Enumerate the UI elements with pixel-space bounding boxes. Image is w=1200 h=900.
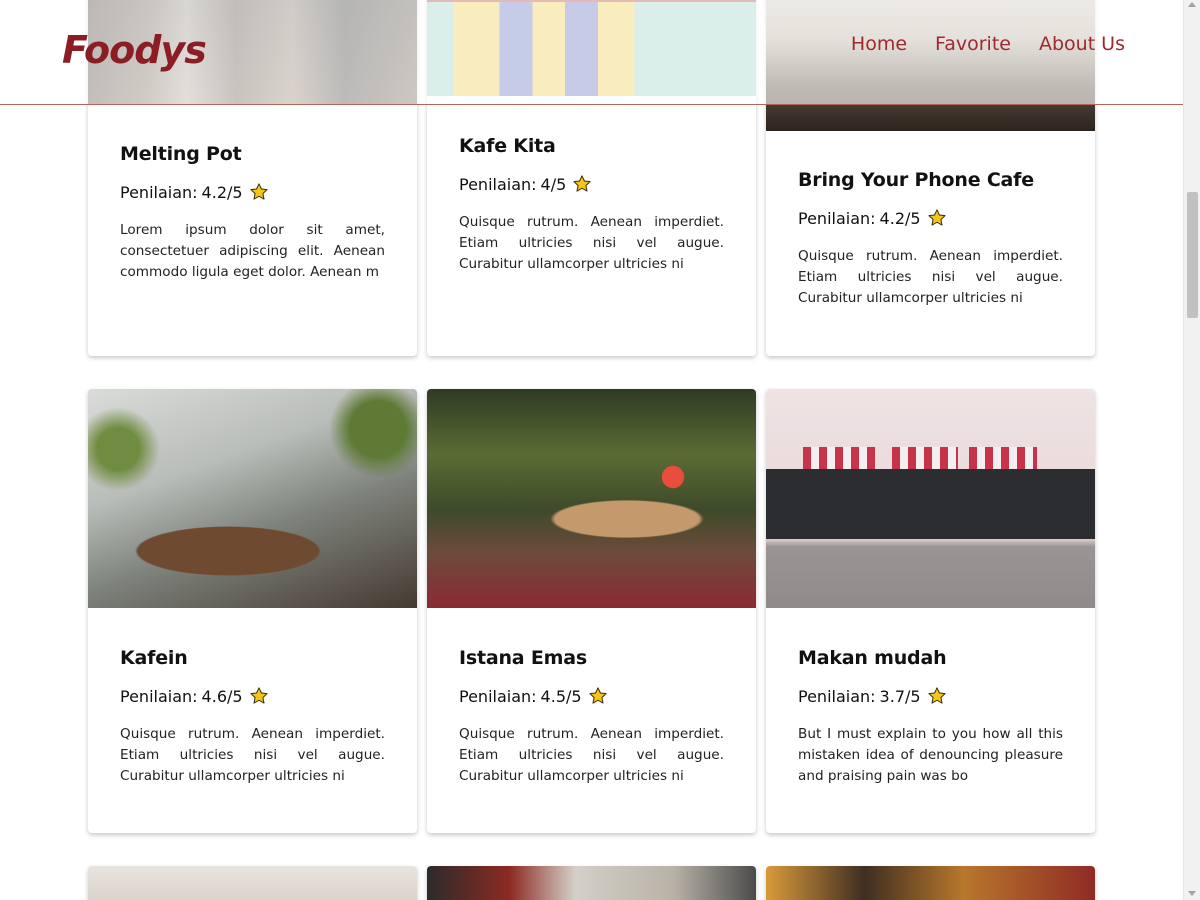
restaurant-rating: Penilaian: 4.6/5 [120, 686, 385, 706]
star-icon [249, 183, 268, 200]
restaurant-rating: Penilaian: 4/5 [459, 174, 724, 194]
scroll-down-arrow-icon[interactable] [1188, 891, 1196, 896]
page-scrollbar[interactable] [1183, 0, 1200, 900]
star-icon [573, 175, 591, 192]
rating-label: Penilaian: [459, 686, 537, 706]
rating-value: 4.6/5 [201, 686, 243, 706]
restaurant-name: Kafe Kita [459, 135, 556, 157]
star-icon [588, 687, 607, 704]
rating-value: 3.7/5 [879, 686, 921, 706]
restaurant-description: Quisque rutrum. Aenean imperdiet. Etiam … [798, 248, 1063, 306]
restaurant-rating: Penilaian: 4.2/5 [798, 208, 1063, 228]
restaurant-name: Melting Pot [120, 143, 242, 165]
page: Melting Pot Penilaian: 4.2/5 Lorem ipsum … [0, 0, 1200, 900]
restaurant-description: Quisque rutrum. Aenean imperdiet. Etiam … [120, 726, 385, 784]
rating-value: 4.2/5 [879, 208, 921, 228]
restaurant-name: Istana Emas [459, 647, 587, 669]
scroll-thumb[interactable] [1187, 192, 1198, 318]
restaurant-description: Quisque rutrum. Aenean imperdiet. Etiam … [459, 214, 724, 272]
restaurant-card-kafein[interactable]: Kafein Penilaian: 4.6/5 Quisque rutrum. A… [88, 389, 417, 833]
restaurant-card-makan-mudah[interactable]: Makan mudah Penilaian: 3.7/5 But I must e… [766, 389, 1095, 833]
rating-label: Penilaian: [120, 182, 198, 202]
restaurant-name: Makan mudah [798, 647, 947, 669]
rating-value: 4/5 [540, 174, 567, 194]
nav-favorite[interactable]: Favorite [935, 33, 1011, 55]
star-icon [249, 687, 268, 704]
restaurant-name: Bring Your Phone Cafe [798, 169, 1034, 191]
restaurant-image [427, 866, 756, 900]
brand-logo[interactable]: Foodys [62, 28, 207, 72]
nav-about-us[interactable]: About Us [1039, 33, 1125, 55]
site-header: Foodys Home Favorite About Us [0, 0, 1183, 105]
restaurant-image [766, 389, 1095, 608]
restaurant-card-partial[interactable] [766, 866, 1095, 900]
nav-home[interactable]: Home [851, 33, 907, 55]
restaurant-description: Quisque rutrum. Aenean imperdiet. Etiam … [459, 726, 724, 784]
restaurant-image [427, 389, 756, 608]
rating-label: Penilaian: [120, 686, 198, 706]
main-nav: Home Favorite About Us [851, 33, 1125, 55]
restaurant-image [88, 866, 417, 900]
rating-value: 4.2/5 [201, 182, 243, 202]
rating-label: Penilaian: [798, 208, 876, 228]
restaurant-description: Lorem ipsum dolor sit amet, consectetuer… [120, 222, 385, 280]
restaurant-rating: Penilaian: 4.2/5 [120, 182, 385, 202]
restaurant-name: Kafein [120, 647, 188, 669]
restaurant-card-istana-emas[interactable]: Istana Emas Penilaian: 4.5/5 Quisque rutr… [427, 389, 756, 833]
restaurant-card-partial[interactable] [427, 866, 756, 900]
restaurant-card-partial[interactable] [88, 866, 417, 900]
rating-label: Penilaian: [459, 174, 537, 194]
restaurant-rating: Penilaian: 3.7/5 [798, 686, 1063, 706]
restaurant-description: But I must explain to you how all this m… [798, 726, 1063, 784]
rating-label: Penilaian: [798, 686, 876, 706]
restaurant-image [766, 866, 1095, 900]
restaurant-rating: Penilaian: 4.5/5 [459, 686, 724, 706]
star-icon [927, 209, 946, 226]
restaurant-image [88, 389, 417, 608]
scroll-up-arrow-icon[interactable] [1188, 2, 1196, 7]
rating-value: 4.5/5 [540, 686, 582, 706]
star-icon [927, 687, 946, 704]
